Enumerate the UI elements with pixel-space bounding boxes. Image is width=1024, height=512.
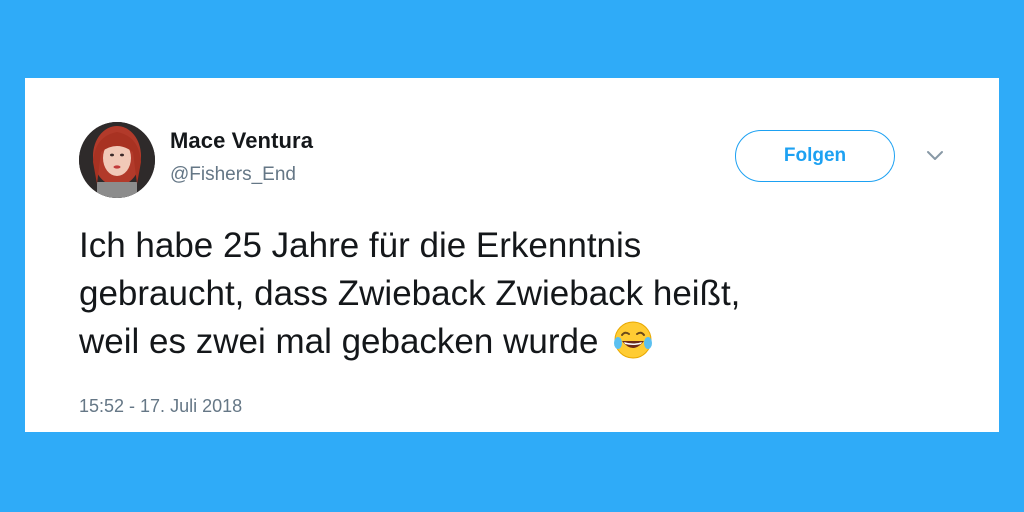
- tweet-card: Mace Ventura @Fishers_End Folgen Ich hab…: [25, 78, 999, 432]
- tweet-text-line: gebraucht, dass Zwieback Zwieback heißt,: [79, 274, 741, 313]
- chevron-down-icon[interactable]: [925, 148, 945, 162]
- author-handle[interactable]: @Fishers_End: [170, 164, 296, 186]
- avatar-image: [79, 122, 155, 198]
- tweet-timestamp[interactable]: 15:52 - 17. Juli 2018: [79, 396, 242, 417]
- face-with-tears-of-joy-icon: [614, 321, 653, 359]
- follow-button[interactable]: Folgen: [735, 130, 895, 182]
- avatar[interactable]: [79, 122, 155, 198]
- author-name[interactable]: Mace Ventura: [170, 128, 313, 154]
- tweet-text-line: Ich habe 25 Jahre für die Erkenntnis: [79, 226, 642, 265]
- tweet-text-line: weil es zwei mal gebacken wurde: [79, 322, 599, 361]
- tweet-text: Ich habe 25 Jahre für die Erkenntnis geb…: [79, 222, 959, 366]
